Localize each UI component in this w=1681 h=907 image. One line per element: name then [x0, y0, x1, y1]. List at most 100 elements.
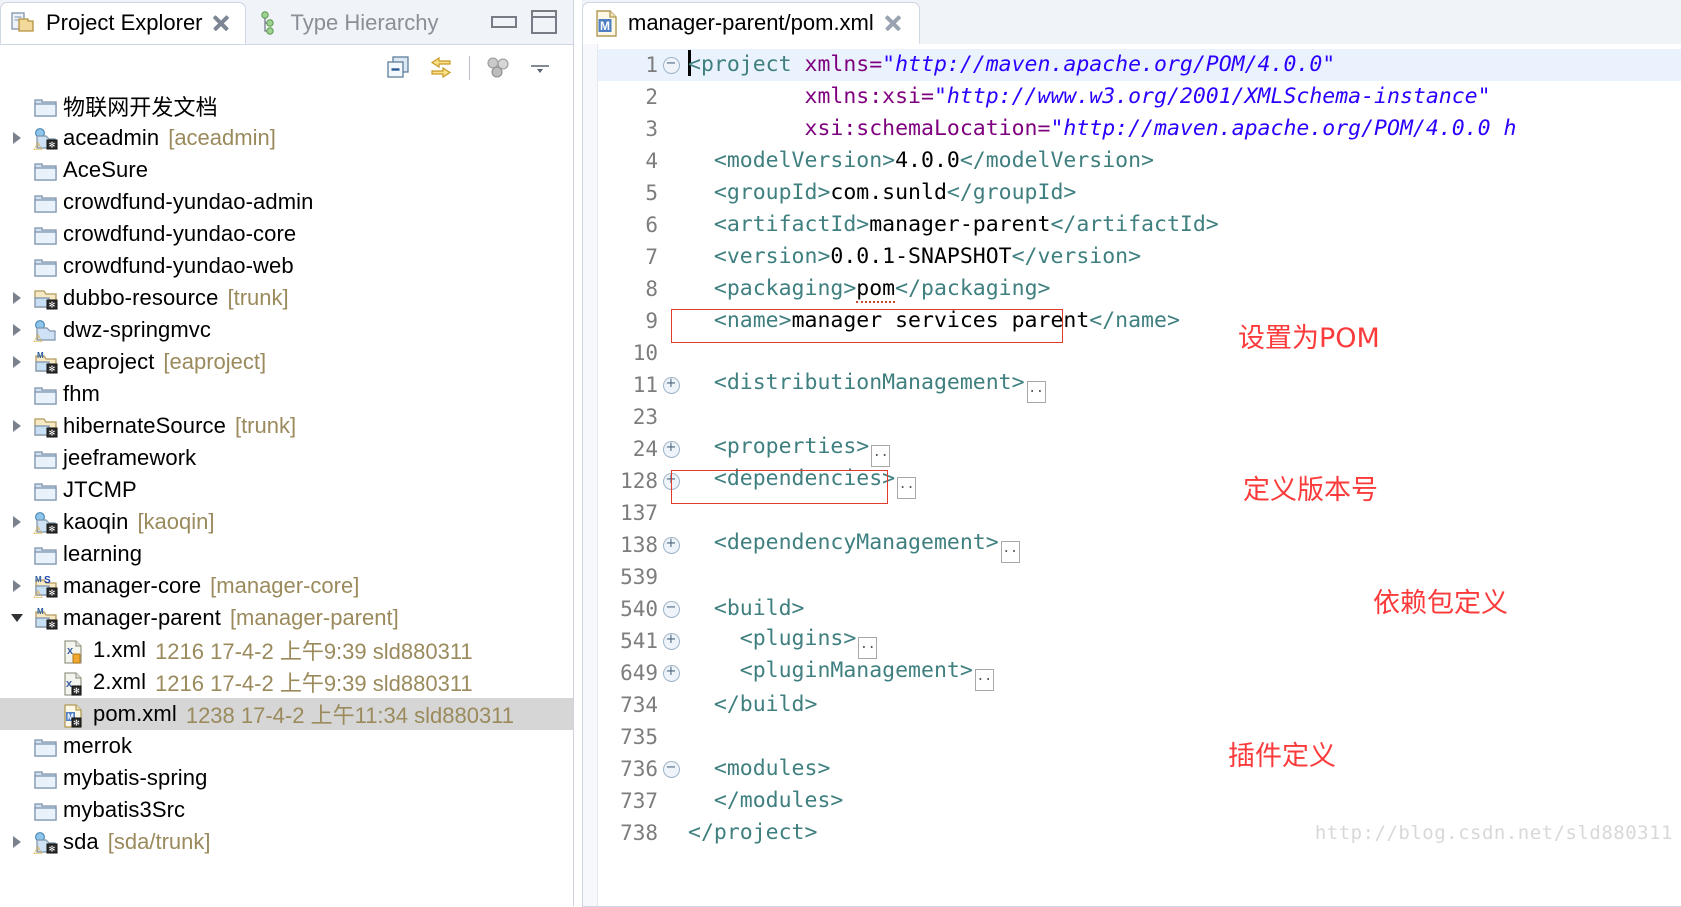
tree-item-eaproject[interactable]: M ✻ eaproject [eaproject]	[0, 346, 573, 378]
tree-item-hibernatesource[interactable]: ✻ hibernateSource [trunk]	[0, 410, 573, 442]
code-line[interactable]: 2 xmlns:xsi="http://www.w3.org/2001/XMLS…	[598, 81, 1681, 113]
tree-item-manager-core[interactable]: M S ⚠ ✻ manager-core [manager-core]	[0, 570, 573, 602]
chevron-right-icon[interactable]	[4, 516, 30, 528]
tree-item-label: dubbo-resource	[63, 285, 219, 310]
fold-collapse-icon[interactable]: −	[660, 600, 682, 618]
code-line[interactable]: 649 + <pluginManagement>..	[598, 657, 1681, 691]
code-token-tag: <packaging>	[713, 276, 857, 301]
collapse-all-icon[interactable]	[380, 50, 418, 86]
code-line[interactable]: 539	[598, 561, 1681, 593]
code-line[interactable]: 540− <build>	[598, 593, 1681, 625]
collapsed-region-marker[interactable]: ..	[1026, 381, 1046, 403]
code-line[interactable]: 6 <artifactId>manager-parent</artifactId…	[598, 209, 1681, 241]
code-line[interactable]: 3 xsi:schemaLocation="http://maven.apach…	[598, 113, 1681, 145]
code-line[interactable]: 23	[598, 401, 1681, 433]
chevron-right-icon[interactable]	[4, 132, 30, 144]
code-line[interactable]: 9 <name>manager services parent</name>	[598, 305, 1681, 337]
fold-expand-icon[interactable]: +	[660, 664, 682, 682]
line-number: 128	[620, 469, 658, 493]
code-line[interactable]: 137	[598, 497, 1681, 529]
close-icon[interactable]	[212, 14, 231, 33]
tree-item-acesure[interactable]: AceSure	[0, 154, 573, 186]
collapsed-region-marker[interactable]: ..	[897, 477, 917, 499]
tree-item-crowdfund-yundao-core[interactable]: crowdfund-yundao-core	[0, 218, 573, 250]
code-line[interactable]: 24 + <properties>..	[598, 433, 1681, 467]
fold-expand-icon[interactable]: +	[660, 440, 682, 458]
project-tree[interactable]: 物联网开发文档 ⚠ ✻ aceadmin [aceadmin] AceSure cr…	[0, 90, 573, 907]
tree-item-manager-parent[interactable]: M ✻ manager-parent [manager-parent]	[0, 602, 573, 634]
link-with-editor-icon[interactable]	[422, 50, 460, 86]
tree-item-mybatis3src[interactable]: mybatis3Src	[0, 794, 573, 826]
code-line[interactable]: 736− <modules>	[598, 753, 1681, 785]
code-line-text: <dependencyManagement>..	[682, 527, 1020, 563]
fold-expand-icon[interactable]: +	[660, 536, 682, 554]
code-token-tag: <version>	[713, 244, 831, 269]
tree-item-1.xml[interactable]: x 1.xml 1216 17-4-2 上午9:39 sld880311	[0, 634, 573, 666]
tab-pom-xml[interactable]: M manager-parent/pom.xml	[582, 2, 920, 44]
tree-item-sda[interactable]: ⚠ ✻ sda [sda/trunk]	[0, 826, 573, 858]
svg-text:✻: ✻	[49, 588, 56, 597]
code-line[interactable]: 128 + <dependencies>..	[598, 465, 1681, 499]
code-text-area[interactable]: 1− <project xmlns="http://maven.apache.or…	[598, 44, 1681, 906]
tree-item-crowdfund-yundao-web[interactable]: crowdfund-yundao-web	[0, 250, 573, 282]
chevron-right-icon[interactable]	[4, 356, 30, 368]
chevron-right-icon[interactable]	[4, 324, 30, 336]
tree-item-pom.xml[interactable]: M ✻ pom.xml 1238 17-4-2 上午11:34 sld880311	[0, 698, 573, 730]
code-line[interactable]: 11 + <distributionManagement>..	[598, 369, 1681, 403]
view-menu-icon[interactable]	[521, 50, 559, 86]
collapsed-region-marker[interactable]: ..	[1000, 541, 1020, 563]
editor-annotation-ruler[interactable]	[583, 44, 598, 906]
chevron-right-icon[interactable]	[4, 836, 30, 848]
project-explorer-icon	[11, 11, 37, 35]
tree-item-label: dwz-springmvc	[63, 317, 211, 342]
svg-text:✻: ✻	[49, 844, 56, 853]
code-line[interactable]: 737 </modules>	[598, 785, 1681, 817]
tree-item-dwz-springmvc[interactable]: ⚠ dwz-springmvc	[0, 314, 573, 346]
code-line[interactable]: 10	[598, 337, 1681, 369]
web-project-svn-icon: ⚠ ✻	[33, 511, 58, 537]
code-line[interactable]: 734 </build>	[598, 689, 1681, 721]
tree-item-merrok[interactable]: merrok	[0, 730, 573, 762]
tree-item-2.xml[interactable]: x ✻ 2.xml 1216 17-4-2 上午9:39 sld880311	[0, 666, 573, 698]
code-token-tag: <modelVersion>	[713, 148, 896, 173]
code-line[interactable]: 7 <version>0.0.1-SNAPSHOT</version>	[598, 241, 1681, 273]
tree-item-jtcmp[interactable]: JTCMP	[0, 474, 573, 506]
tree-item-jeeframework[interactable]: jeeframework	[0, 442, 573, 474]
view-menu-filter-icon[interactable]	[479, 50, 517, 86]
code-token-tag: <build>	[713, 596, 805, 621]
tab-type-hierarchy[interactable]: Type Hierarchy	[246, 2, 453, 44]
tree-item-crowdfund-yundao-admin[interactable]: crowdfund-yundao-admin	[0, 186, 573, 218]
chevron-right-icon[interactable]	[4, 420, 30, 432]
tree-item-fhm[interactable]: fhm	[0, 378, 573, 410]
close-icon[interactable]	[884, 14, 903, 33]
fold-collapse-icon[interactable]: −	[660, 760, 682, 778]
tree-item-aceadmin[interactable]: ⚠ ✻ aceadmin [aceadmin]	[0, 122, 573, 154]
chevron-right-icon[interactable]	[4, 292, 30, 304]
code-line[interactable]: 138 + <dependencyManagement>..	[598, 527, 1681, 563]
tree-item-[interactable]: 物联网开发文档	[0, 90, 573, 122]
code-line[interactable]: 4 <modelVersion>4.0.0</modelVersion>	[598, 145, 1681, 177]
fold-expand-icon[interactable]: +	[660, 472, 682, 490]
tree-item-mybatis-spring[interactable]: mybatis-spring	[0, 762, 573, 794]
code-line[interactable]: 735	[598, 721, 1681, 753]
folder-icon	[33, 96, 57, 117]
code-line[interactable]: 8 <packaging>pom</packaging>	[598, 273, 1681, 305]
tree-item-learning[interactable]: learning	[0, 538, 573, 570]
chevron-down-icon[interactable]	[4, 614, 30, 622]
tree-item-dubbo-resource[interactable]: ✻ dubbo-resource [trunk]	[0, 282, 573, 314]
minimize-icon[interactable]	[491, 16, 517, 28]
collapsed-region-marker[interactable]: ..	[974, 669, 994, 691]
fold-expand-icon[interactable]: +	[660, 632, 682, 650]
fold-collapse-icon[interactable]: −	[660, 56, 682, 74]
code-line[interactable]: 541 + <plugins>..	[598, 625, 1681, 659]
tree-item-kaoqin[interactable]: ⚠ ✻ kaoqin [kaoqin]	[0, 506, 573, 538]
maximize-icon[interactable]	[531, 10, 557, 34]
svg-text:⚠: ⚠	[33, 844, 43, 855]
chevron-right-icon[interactable]	[4, 580, 30, 592]
tab-project-explorer[interactable]: Project Explorer	[0, 2, 246, 44]
code-line[interactable]: 5 <groupId>com.sunld</groupId>	[598, 177, 1681, 209]
code-line[interactable]: 1− <project xmlns="http://maven.apache.or…	[598, 49, 1681, 81]
fold-expand-icon[interactable]: +	[660, 376, 682, 394]
